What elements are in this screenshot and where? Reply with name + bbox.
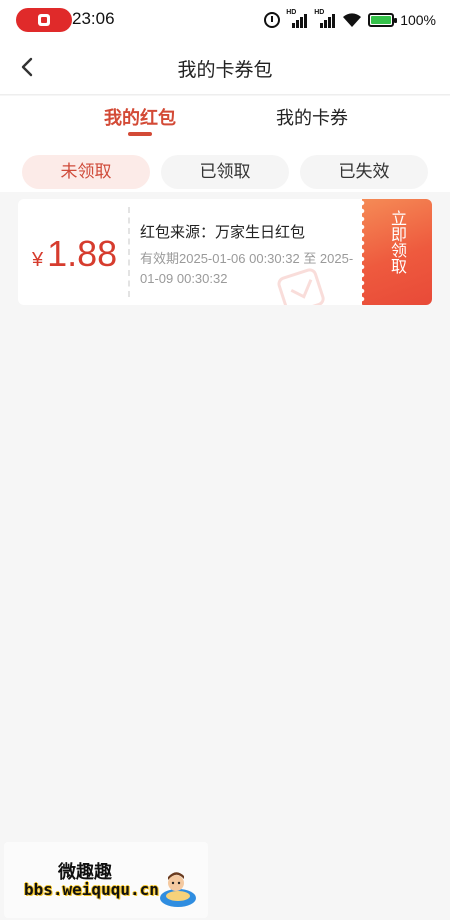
- filter-unclaimed[interactable]: 未领取: [22, 155, 150, 189]
- screen-record-icon[interactable]: [16, 8, 72, 32]
- filter-bar: 未领取 已领取 已失效: [0, 140, 450, 192]
- tab-bar: 我的红包 我的卡券: [0, 96, 450, 140]
- claim-now-label: 立即领取: [388, 210, 407, 274]
- status-bar: 23:06 HD HD 100%: [0, 0, 450, 40]
- amount-value: 1.88: [47, 233, 118, 274]
- currency-symbol: ¥: [32, 249, 44, 271]
- coupon-body: ¥ 1.88 红包来源：万家生日红包 有效期2025-01-06 00:30:3…: [18, 199, 362, 305]
- app-header: 我的卡券包: [0, 40, 450, 95]
- claim-now-button[interactable]: 立即领取: [359, 199, 432, 305]
- status-icons: HD HD 100%: [264, 9, 436, 31]
- filter-claimed[interactable]: 已领取: [161, 155, 289, 189]
- tab-active-indicator: [128, 132, 152, 136]
- status-time: 23:06: [72, 9, 115, 28]
- red-packet-card: ¥ 1.88 红包来源：万家生日红包 有效期2025-01-06 00:30:3…: [18, 199, 432, 305]
- page-title: 我的卡券包: [177, 59, 273, 81]
- battery-icon: [368, 13, 398, 27]
- coupon-divider: [128, 207, 130, 297]
- site-watermark: 微趣趣 bbs.weiququ.cn: [4, 842, 208, 918]
- coupon-amount: ¥ 1.88: [32, 233, 117, 275]
- tab-my-coupons[interactable]: 我的卡券: [262, 104, 362, 130]
- watermark-url: bbs.weiququ.cn: [24, 880, 159, 899]
- alarm-icon: [264, 12, 281, 28]
- coupon-source: 红包来源：万家生日红包: [140, 223, 306, 241]
- tab-my-red-packets[interactable]: 我的红包: [90, 104, 190, 130]
- signal-hd-icon: HD: [286, 9, 308, 28]
- battery-percent: 100%: [400, 12, 436, 28]
- wifi-icon: [342, 12, 362, 28]
- filter-expired[interactable]: 已失效: [300, 155, 428, 189]
- signal-hd-icon: HD: [314, 9, 336, 28]
- stamp-icon: [277, 268, 325, 305]
- mascot-icon: [160, 872, 196, 907]
